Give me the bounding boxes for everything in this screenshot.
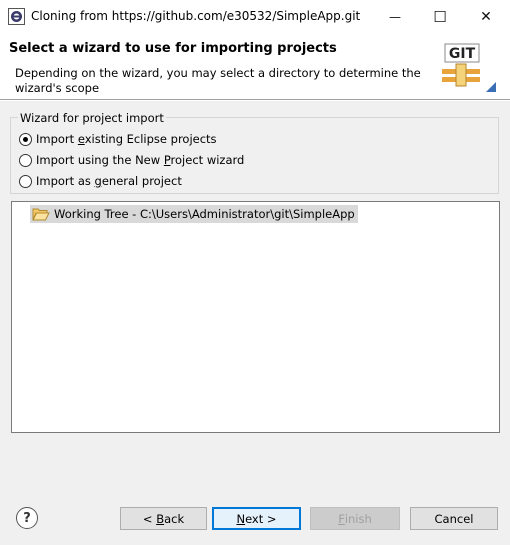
radio-button[interactable] [19, 174, 32, 188]
next-button[interactable]: Next > [212, 507, 301, 530]
close-icon: ✕ [480, 8, 492, 25]
next-mnemonic: N [236, 511, 246, 526]
next-label-suffix: ext > [245, 511, 277, 526]
eclipse-app-icon [8, 8, 25, 25]
back-button[interactable]: < Back [120, 507, 207, 530]
radio-label: Import as general project [36, 174, 182, 188]
radio-button[interactable] [19, 153, 32, 167]
back-label-suffix: ack [164, 511, 185, 526]
radio-button-checked[interactable] [19, 132, 32, 146]
radio-import-existing[interactable]: Import existing Eclipse projects [19, 131, 217, 147]
back-mnemonic: B [156, 511, 165, 526]
finish-mnemonic: F [338, 511, 345, 526]
minimize-button[interactable]: — [373, 0, 417, 33]
radio-general-project[interactable]: Import as general project [19, 173, 182, 189]
close-button[interactable]: ✕ [464, 0, 508, 33]
project-tree[interactable]: Working Tree - C:\Users\Administrator\gi… [11, 201, 500, 433]
minimize-icon: — [389, 9, 401, 24]
radio-label: Import using the New Project wizard [36, 153, 245, 167]
radio-label: Import existing Eclipse projects [36, 132, 217, 146]
wizard-header: Select a wizard to use for importing pro… [0, 34, 510, 100]
folder-open-icon [32, 208, 50, 221]
finish-label-suffix: inish [344, 511, 372, 526]
radio-new-project-wizard[interactable]: Import using the New Project wizard [19, 152, 244, 168]
maximize-button[interactable]: ☐ [418, 0, 462, 33]
finish-button[interactable]: Finish [310, 507, 400, 530]
page-description: Depending on the wizard, you may select … [15, 66, 421, 95]
title-bar: Cloning from https://github.com/e30532/S… [0, 0, 510, 34]
git-icon: GIT [442, 43, 496, 92]
cancel-button[interactable]: Cancel [410, 507, 498, 530]
svg-text:GIT: GIT [449, 46, 476, 62]
group-legend: Wizard for project import [18, 111, 166, 125]
tree-item-working-tree[interactable]: Working Tree - C:\Users\Administrator\gi… [30, 205, 358, 223]
tree-item-label: Working Tree - C:\Users\Administrator\gi… [54, 207, 355, 221]
maximize-icon: ☐ [433, 7, 447, 26]
page-title: Select a wizard to use for importing pro… [9, 41, 337, 56]
window-title: Cloning from https://github.com/e30532/S… [31, 9, 361, 23]
help-icon[interactable]: ? [16, 507, 38, 529]
back-label-prefix: < [142, 511, 157, 526]
